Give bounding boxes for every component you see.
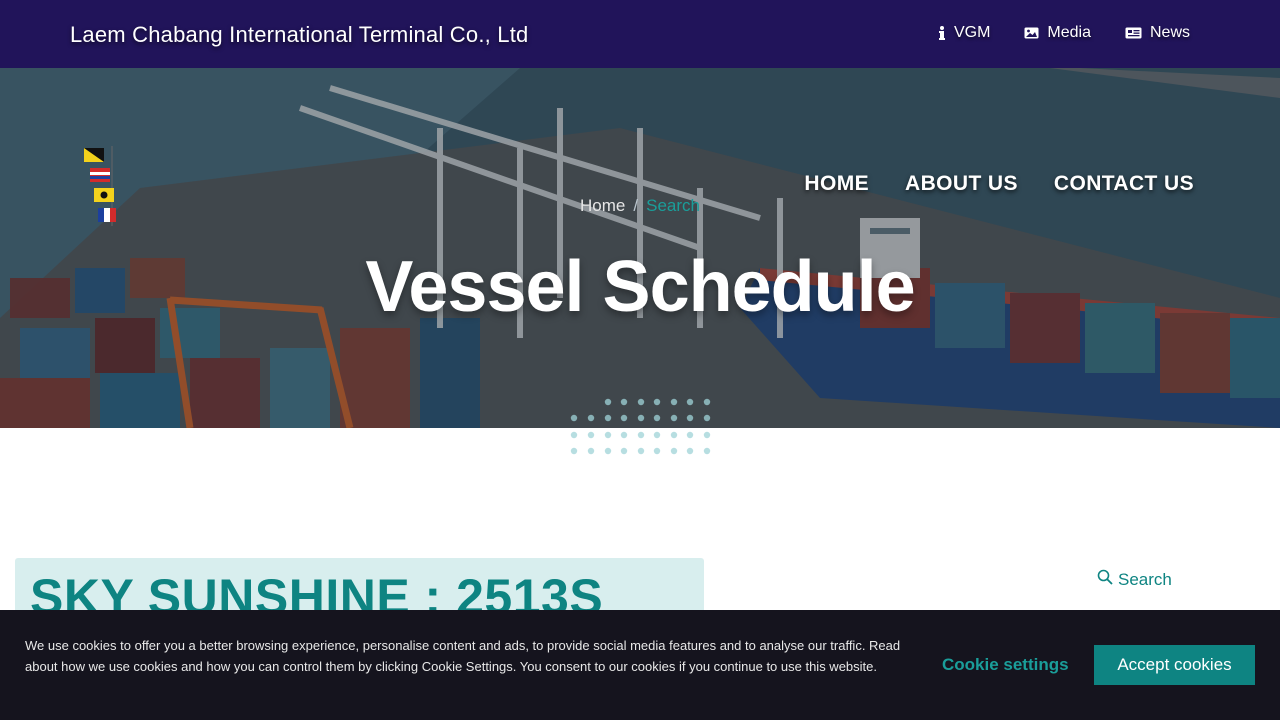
- page-title: Vessel Schedule: [365, 247, 915, 327]
- top-link-vgm[interactable]: VGM: [938, 24, 990, 42]
- image-icon: [1024, 27, 1039, 39]
- breadcrumb-separator: /: [633, 196, 639, 215]
- sidebar-search-link[interactable]: Search: [1097, 569, 1172, 590]
- breadcrumb: Home / Search: [0, 196, 1280, 216]
- nav-item-contact-us[interactable]: CONTACT US: [1054, 172, 1194, 196]
- search-link-label: Search: [1118, 569, 1172, 589]
- breadcrumb-current: Search: [646, 196, 700, 215]
- accept-cookies-button[interactable]: Accept cookies: [1094, 645, 1255, 685]
- top-link-label: News: [1149, 24, 1190, 41]
- cookie-banner-text: We use cookies to offer you a better bro…: [25, 638, 901, 674]
- main-nav: HOME ABOUT US CONTACT US: [804, 172, 1194, 196]
- top-link-media[interactable]: Media: [1024, 24, 1091, 42]
- newspaper-icon: [1125, 27, 1142, 39]
- top-link-label: Media: [1047, 24, 1091, 41]
- nav-item-home[interactable]: HOME: [804, 172, 869, 196]
- top-bar: Laem Chabang International Terminal Co.,…: [0, 0, 1280, 68]
- decorative-dot-grid: [570, 398, 711, 455]
- cookie-banner: We use cookies to offer you a better bro…: [0, 610, 1280, 720]
- top-link-label: VGM: [953, 24, 991, 41]
- breadcrumb-home[interactable]: Home: [580, 196, 625, 215]
- cookie-settings-link[interactable]: Cookie settings: [942, 655, 1069, 675]
- top-link-news[interactable]: News: [1125, 24, 1190, 42]
- company-name: Laem Chabang International Terminal Co.,…: [70, 22, 529, 47]
- nav-item-about-us[interactable]: ABOUT US: [905, 172, 1018, 196]
- info-icon: [938, 26, 946, 40]
- top-links: VGM Media News: [938, 24, 1190, 42]
- search-icon: [1097, 569, 1113, 590]
